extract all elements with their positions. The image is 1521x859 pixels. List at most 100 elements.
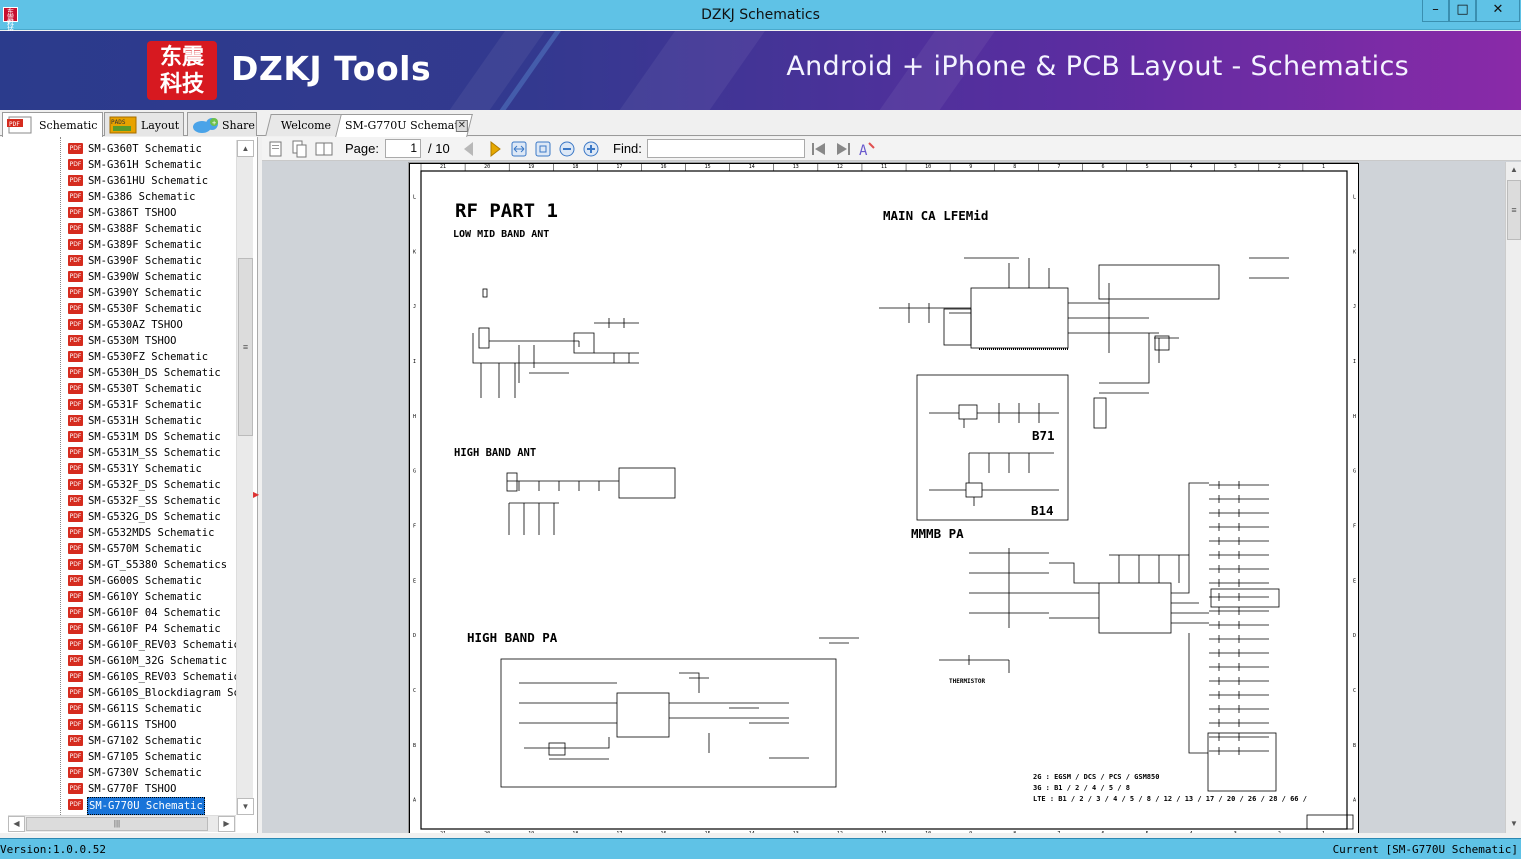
border-column-label: 1 [1322,164,1325,170]
tree-item-label: SM-G600S Schematic [88,575,202,587]
tab-layout[interactable]: PADS Layout [104,112,184,136]
panel-splitter-arrow-icon[interactable]: ▶ [253,490,259,500]
scroll-down-icon[interactable]: ▼ [237,798,254,815]
border-row-label: L [413,194,416,200]
pdf-file-icon: PDF [68,463,83,474]
tree-item-label: SM-G386T TSHOO [88,207,177,219]
doc-tab-welcome-label: Welcome [280,119,332,132]
find-next-icon[interactable] [834,140,852,158]
tree-item-label: SM-G531Y Schematic [88,463,202,475]
border-column-label: 6 [1101,831,1104,833]
tree-item-label: SM-G530T Schematic [88,383,202,395]
border-column-label: 16 [661,831,667,833]
fit-page-icon[interactable] [534,140,552,158]
tree-horizontal-scrollbar[interactable]: ◀ ||| ▶ [8,815,236,832]
page-number-input[interactable]: 1 [385,139,421,158]
banner: 东震科技 DZKJ Tools Android + iPhone & PCB L… [0,31,1521,110]
fit-width-icon[interactable] [510,140,528,158]
tab-schematic[interactable]: PDF Schematic [2,112,103,137]
bands-2g: 2G : EGSM / DCS / PCS / GSM850 [1033,773,1159,781]
pdf-file-icon: PDF [68,159,83,170]
cloud-share-icon: + [193,118,218,133]
close-tab-icon[interactable]: ✕ [455,120,468,132]
border-row-label: I [1353,359,1356,365]
tree-vertical-scrollbar[interactable]: ▲ ≡ ▼ [236,140,254,815]
open-document-icon[interactable] [267,140,285,158]
border-column-label: 16 [661,164,667,170]
viewer-scroll-thumb[interactable]: ≡ [1507,180,1521,240]
copy-document-icon[interactable] [291,140,309,158]
label-thermistor: THERMISTOR [949,678,986,685]
current-document-label: Current [SM-G770U Schematic] [1332,843,1518,856]
pdf-file-icon: PDF [68,479,83,490]
tree-item-label: SM-GT_S5380 Schematics [88,559,228,571]
pdf-file-icon: PDF [68,591,83,602]
viewer-vertical-scrollbar[interactable]: ▲ ≡ ▼ [1505,162,1521,833]
label-b71: B71 [1032,428,1055,443]
border-row-label: L [1353,194,1356,200]
pdf-file-icon: PDF [68,287,83,298]
tree-item-label: SM-G390W Schematic [88,271,202,283]
hscroll-thumb[interactable]: ||| [26,817,208,831]
border-row-label: C [1353,688,1356,694]
maximize-button[interactable]: □ [1449,0,1476,22]
tree-item-label: SM-G390Y Schematic [88,287,202,299]
pdf-file-icon: PDF [68,543,83,554]
doc-tab-active[interactable]: SM-G770U Schematic ✕ [335,114,473,137]
border-column-label: 10 [925,164,931,170]
viewer-scroll-up-icon[interactable]: ▲ [1506,162,1521,178]
tree-item-label: SM-G610M_32G Schematic [88,655,228,667]
bands-lte: LTE : B1 / 2 / 3 / 4 / 5 / 8 / 12 / 13 /… [1033,795,1307,803]
document-area[interactable]: 2121202019191818171716161515141413131212… [262,162,1505,833]
tree-item-label: SM-G390F Schematic [88,255,202,267]
scroll-right-icon[interactable]: ▶ [218,816,235,832]
border-column-label: 3 [1234,164,1237,170]
pdf-viewer: Page: 1 / 10 Find: A 2121202019191818171… [262,137,1521,833]
minimize-button[interactable]: – [1422,0,1449,22]
border-row-label: F [413,523,416,529]
border-column-label: 17 [616,831,622,833]
tree-item-label: SM-G361HU Schematic [88,175,209,187]
label-main-ca: MAIN CA LFEMid [883,208,988,223]
schematic-title: RF PART 1 [455,200,558,222]
tab-share[interactable]: + Share [187,112,257,136]
border-column-label: 5 [1146,831,1149,833]
pdf-file-icon: PDF [68,239,83,250]
border-column-label: 11 [881,164,887,170]
zoom-out-icon[interactable] [558,140,576,158]
brand-name: DZKJ Tools [231,49,432,88]
find-input[interactable] [647,139,805,158]
find-previous-icon[interactable] [810,140,828,158]
scroll-up-icon[interactable]: ▲ [237,140,254,157]
tab-schematic-label: Schematic [39,119,98,132]
pdf-file-icon: PDF [68,655,83,666]
tree-item-label: SM-G532F_DS Schematic [88,479,221,491]
scroll-thumb[interactable]: ≡ [238,258,253,436]
doc-tab-welcome[interactable]: Welcome [265,114,343,136]
pdf-file-icon: PDF [68,191,83,202]
tree-item-label: SM-G770F TSHOO [88,783,177,795]
pages-icon[interactable] [315,140,333,158]
svg-text:+: + [212,119,216,127]
text-highlight-icon[interactable]: A [858,140,876,158]
pdf-file-icon: PDF [68,447,83,458]
scroll-left-icon[interactable]: ◀ [8,816,25,832]
pdf-file-icon: PDF [68,255,83,266]
border-row-label: D [1353,633,1356,639]
zoom-in-icon[interactable] [582,140,600,158]
border-column-label: 17 [616,164,622,170]
viewer-scroll-down-icon[interactable]: ▼ [1506,816,1521,832]
pdf-file-icon: PDF [68,415,83,426]
tree-item-label: SM-G610F P4 Schematic [88,623,221,635]
tree-item-label: SM-G530AZ TSHOO [88,319,183,331]
previous-page-icon[interactable] [460,140,478,158]
tree-item-label: SM-G531F Schematic [88,399,202,411]
next-page-icon[interactable] [486,140,504,158]
tree-item-label: SM-G389F Schematic [88,239,202,251]
tree-item-label: SM-G531H Schematic [88,415,202,427]
border-row-label: D [413,633,416,639]
tree-item-label: SM-G610F 04 Schematic [88,607,221,619]
pdf-file-icon: PDF [68,319,83,330]
close-button[interactable]: ✕ [1476,0,1520,22]
tree-item-label: SM-G532F_SS Schematic [88,495,221,507]
